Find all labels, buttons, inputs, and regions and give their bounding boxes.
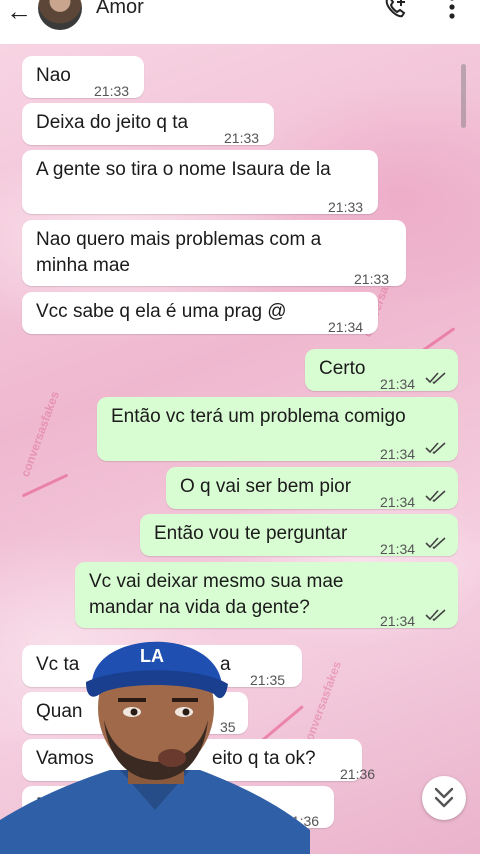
message-text: Deixa do jeito q ta [36,112,189,133]
double-check-icon [425,490,446,503]
message-text: Vc vai deixar mesmo sua mae mandar na vi… [89,571,344,618]
message-time: 21:34 [380,613,416,629]
back-arrow-icon[interactable]: ← [6,0,32,27]
message-text: Nao quero mais problemas com a minha mae [36,229,322,276]
add-call-icon[interactable] [382,0,410,22]
watermark: conversasfakes [18,389,62,479]
message-bubble-incoming[interactable]: Nao quero mais problemas com a minha mae… [22,220,406,287]
contact-name[interactable]: Amor [96,0,144,19]
message-bubble-incoming[interactable]: A gente so tira o nome Isaura de la 21:3… [22,150,378,215]
message-time: 21:33 [94,83,130,99]
double-check-icon [425,442,446,455]
message-time: 21:34 [380,376,416,392]
message-time: 21:33 [354,271,390,287]
chevron-double-down-icon [434,787,454,808]
message-text: O q vai ser bem pior [180,476,352,497]
message-text: Então vc terá um problema comigo [111,406,406,427]
more-vert-icon[interactable] [448,0,456,22]
double-check-icon [425,609,446,622]
double-check-icon [425,372,446,385]
message-text: Nao [36,65,71,86]
scrollbar[interactable] [461,64,466,128]
message-text: Certo [319,358,366,379]
message-bubble-outgoing[interactable]: Então vou te perguntar 21:34 [140,514,458,557]
message-time: 21:33 [224,130,260,146]
message-time: 21:36 [340,766,376,782]
scroll-to-bottom-button[interactable] [422,776,466,820]
message-time: 21:34 [380,494,416,510]
message-bubble-incoming[interactable]: Vcc sabe q ela é uma prag @ 21:34 [22,292,378,335]
message-bubble-incoming[interactable]: Deixa do jeito q ta 21:33 [22,103,274,146]
message-time: 21:34 [380,541,416,557]
message-bubble-incoming[interactable]: Nao 21:33 [22,56,144,99]
message-time: 21:33 [328,199,364,215]
webcam-overlay: LA [0,620,310,854]
chat-header: ← Amor [0,0,480,44]
message-time: 21:34 [328,319,364,335]
message-bubble-outgoing[interactable]: Certo 21:34 [305,349,458,392]
message-bubble-outgoing[interactable]: Então vc terá um problema comigo 21:34 [97,397,458,462]
cap-logo: LA [140,646,164,666]
message-text: Vcc sabe q ela é uma prag @ [36,301,287,322]
double-check-icon [425,537,446,550]
message-text: A gente so tira o nome Isaura de la [36,159,331,180]
message-bubble-outgoing[interactable]: O q vai ser bem pior 21:34 [166,467,458,510]
message-text: Então vou te perguntar [154,523,348,544]
avatar[interactable] [38,0,82,30]
message-bubble-outgoing[interactable]: Vc vai deixar mesmo sua mae mandar na vi… [75,562,458,629]
message-time: 21:34 [380,446,416,462]
